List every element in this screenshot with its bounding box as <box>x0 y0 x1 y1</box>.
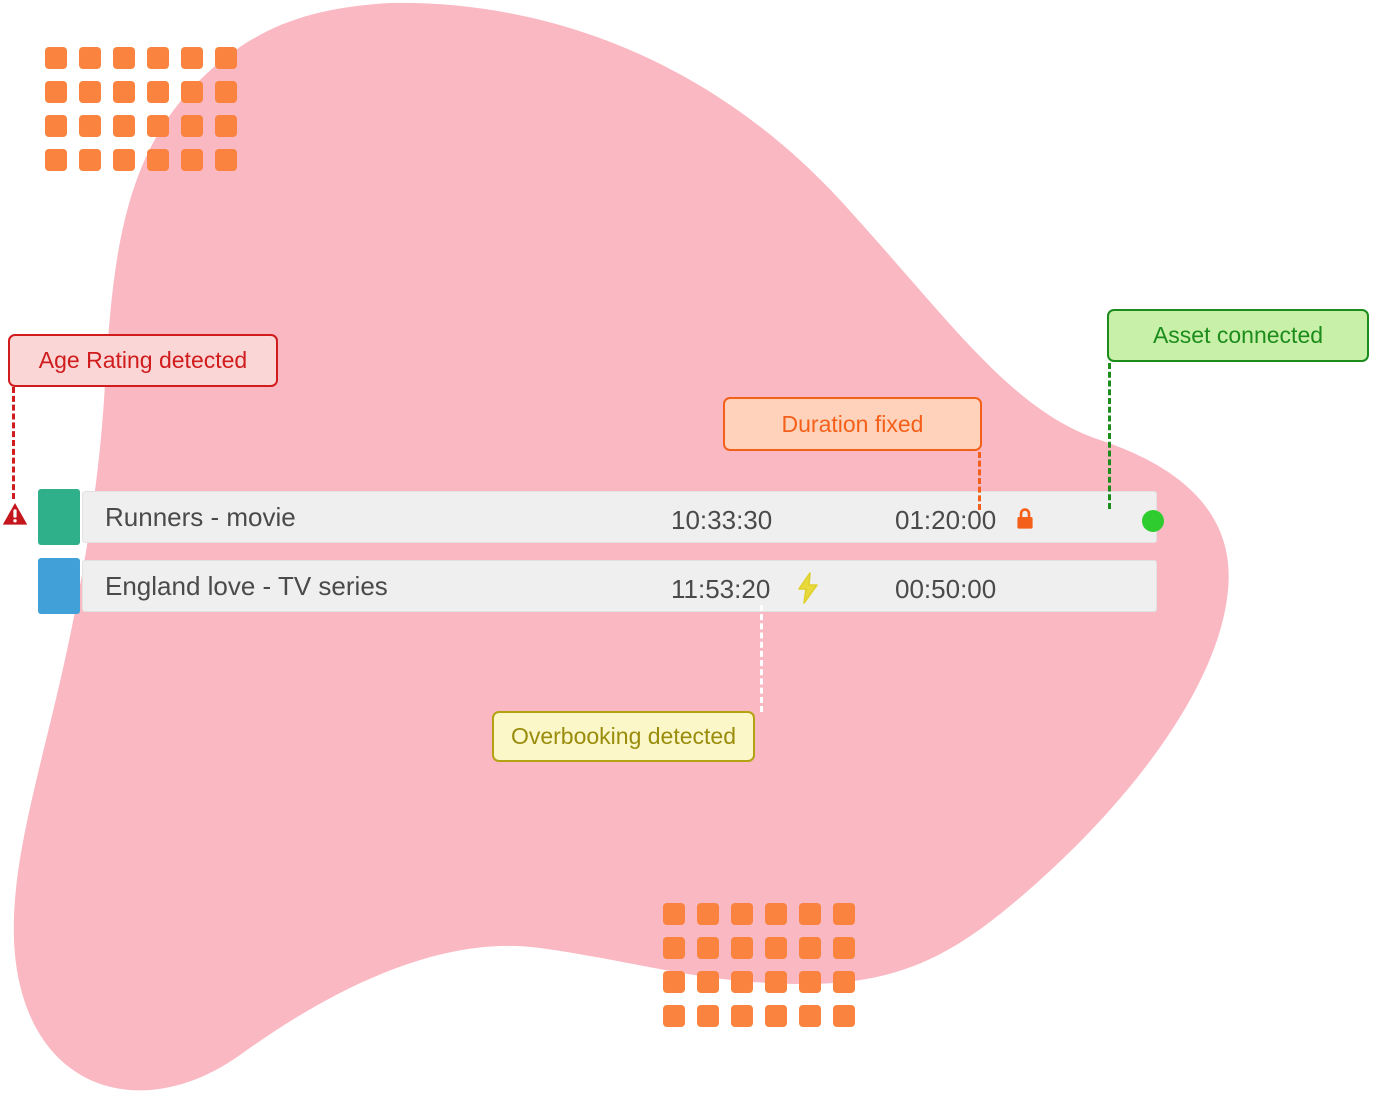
row-duration: 01:20:00 <box>895 505 997 535</box>
callout-duration-fixed[interactable]: Duration fixed <box>723 397 982 451</box>
leader-line-duration-fixed <box>978 452 981 510</box>
leader-line-age-rating <box>12 387 15 499</box>
callout-label: Age Rating detected <box>38 347 248 373</box>
row-start-time: 11:53:20 <box>671 574 771 604</box>
schedule-row-england-love[interactable]: England love - TV series 11:53:20 00:50:… <box>38 558 1157 614</box>
lock-icon[interactable] <box>1015 508 1035 530</box>
row-duration: 00:50:00 <box>895 574 997 604</box>
annotation-canvas: Runners - movie 10:33:30 01:20:00 Englan… <box>0 0 1375 1115</box>
leader-line-overbooking <box>760 605 763 712</box>
status-dot-icon[interactable] <box>1142 510 1164 532</box>
row-title: England love - TV series <box>105 570 388 601</box>
schedule-row-runners[interactable]: Runners - movie 10:33:30 01:20:00 <box>38 489 1164 545</box>
row-body[interactable]: England love - TV series 11:53:20 00:50:… <box>82 560 1157 612</box>
callout-label: Overbooking detected <box>510 723 737 749</box>
callout-age-rating-detected[interactable]: Age Rating detected <box>8 334 278 387</box>
callout-asset-connected[interactable]: Asset connected <box>1107 309 1369 362</box>
leader-line-asset-connected <box>1108 363 1111 509</box>
row-title: Runners - movie <box>105 501 296 532</box>
schedule-list: Runners - movie 10:33:30 01:20:00 Englan… <box>0 0 1375 1115</box>
callout-overbooking-detected[interactable]: Overbooking detected <box>492 711 755 762</box>
warning-triangle-icon[interactable] <box>2 502 28 526</box>
row-color-accent <box>38 558 80 614</box>
row-color-accent <box>38 489 80 545</box>
lightning-bolt-icon[interactable] <box>795 572 821 604</box>
callout-label: Duration fixed <box>781 410 924 437</box>
row-body[interactable]: Runners - movie 10:33:30 01:20:00 <box>82 491 1164 543</box>
row-start-time: 10:33:30 <box>671 505 773 535</box>
callout-label: Asset connected <box>1152 322 1324 348</box>
